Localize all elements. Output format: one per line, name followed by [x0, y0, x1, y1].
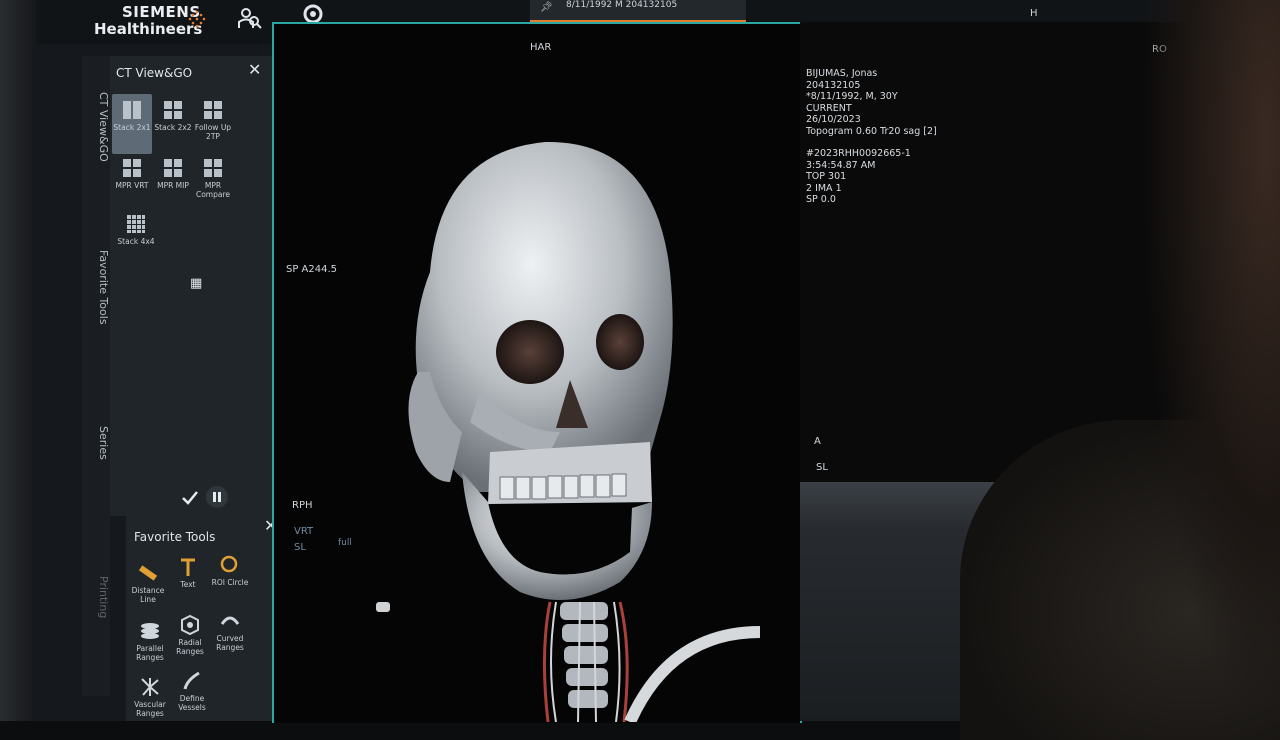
grid-mpr-vrt-icon — [123, 159, 141, 177]
layout-stack-2x1[interactable]: Stack 2x1 — [112, 94, 152, 154]
tool-roi-circle[interactable]: ROI Circle — [208, 554, 252, 587]
patient-dob: *8/11/1992, M, 30Y — [806, 91, 898, 102]
patient-tab[interactable]: 📌︎ 8/11/1992 M 204132105 — [530, 0, 746, 22]
vtab-favorite-tools[interactable]: Favorite Tools — [82, 250, 110, 325]
slice-position: SP 0.0 — [806, 194, 836, 205]
full-label: full — [338, 538, 352, 548]
slice-position-label: SP A244.5 — [286, 264, 338, 275]
vtab-ct-viewgo[interactable]: CT View&GO — [82, 92, 110, 162]
logo-line-1: SIEMENS — [122, 3, 201, 21]
vertical-tab-strip: CT View&GO Favorite Tools Series Printin… — [82, 56, 110, 696]
define-vessels-icon — [183, 671, 200, 690]
patient-browser-icon[interactable] — [236, 6, 262, 32]
text-icon — [181, 558, 195, 576]
layout-label: Follow Up 2TP — [194, 123, 232, 141]
orientation-label-a: A — [814, 436, 821, 447]
tool-text[interactable]: Text — [166, 556, 210, 589]
vtab-printing[interactable]: Printing — [82, 576, 110, 618]
study-status: CURRENT — [806, 102, 852, 114]
layout-mpr-mip[interactable]: MPR MIP — [153, 152, 193, 212]
patient-id: 204132105 — [806, 79, 861, 91]
roi-circle-icon — [220, 555, 238, 573]
layout-mpr-compare[interactable]: MPR Compare — [193, 152, 233, 212]
tool-parallel-ranges[interactable]: Parallel Ranges — [128, 620, 172, 662]
vascular-ranges-icon — [141, 678, 159, 696]
layout-stack-4x4[interactable]: Stack 4x4 — [116, 208, 156, 268]
grid-2x2-icon — [164, 101, 182, 119]
tool-label: Curved Ranges — [216, 634, 244, 652]
patient-name: BIJUMAS, Jonas — [806, 68, 878, 79]
layout-label: Stack 2x2 — [154, 123, 192, 132]
ruler-icon — [138, 565, 158, 581]
main-vrt-viewport[interactable]: HAR SP A244.5 RPH VRT SL full — [272, 22, 802, 723]
orientation-label-top: HAR — [530, 42, 552, 53]
layout-label: Stack 2x1 — [113, 123, 151, 132]
tool-label: Vascular Ranges — [134, 700, 166, 718]
layout-stack-2x2[interactable]: Stack 2x2 — [153, 94, 193, 154]
layout-label: MPR Compare — [195, 181, 231, 199]
viewer-head — [1140, 0, 1280, 721]
monitor-bezel — [0, 0, 36, 721]
tool-label: Distance Line — [131, 586, 165, 604]
grid-4x4-icon — [127, 215, 145, 233]
radial-ranges-icon — [181, 614, 199, 636]
patient-tab-label: 8/11/1992 M 204132105 — [566, 0, 678, 10]
curved-ranges-icon — [220, 616, 240, 625]
layout-label: MPR MIP — [157, 181, 189, 190]
tool-vascular-ranges[interactable]: Vascular Ranges — [128, 676, 172, 718]
vtab-series[interactable]: Series — [82, 426, 110, 460]
grid-mpr-mip-icon — [164, 159, 182, 177]
grid-follow-up-icon — [204, 101, 222, 119]
layout-label: Stack 4x4 — [117, 237, 155, 246]
tool-distance-line[interactable]: Distance Line — [126, 562, 170, 604]
more-layouts-icon[interactable]: ▦ — [190, 276, 202, 291]
favorite-tools-panel: Favorite Tools ✕ Distance Line Text ROI … — [126, 516, 280, 721]
parallel-ranges-icon — [141, 623, 159, 639]
tool-label: Define Vessels — [178, 694, 206, 712]
slice-label: SL — [294, 542, 306, 553]
favorite-tools-title: Favorite Tools — [134, 530, 216, 544]
tool-label: Text — [180, 580, 196, 589]
layout-follow-up-2tp[interactable]: Follow Up 2TP — [193, 94, 233, 154]
siemens-healthineers-logo: SIEMENS Healthineers — [94, 4, 202, 38]
tool-label: Radial Ranges — [176, 638, 204, 656]
ct-viewgo-panel: CT View&GO ✕ Stack 2x1 Stack 2x2 Follow … — [110, 56, 272, 516]
tool-curved-ranges[interactable]: Curved Ranges — [208, 610, 252, 652]
render-mode-label: VRT — [294, 526, 314, 537]
logo-line-2: Healthineers — [94, 20, 203, 38]
check-icon[interactable] — [180, 488, 200, 508]
close-icon[interactable]: ✕ — [248, 60, 261, 79]
orientation-label-h: H — [1030, 8, 1038, 19]
series-description: Topogram 0.60 Tr20 sag [2] — [806, 125, 937, 137]
panel-title: CT View&GO — [116, 66, 193, 80]
tool-label: Parallel Ranges — [136, 644, 164, 662]
skull-vrt-render — [376, 141, 761, 722]
study-date: 26/10/2023 — [806, 114, 861, 125]
layout-mpr-vrt[interactable]: MPR VRT — [112, 152, 152, 212]
tool-define-vessels[interactable]: Define Vessels — [170, 670, 214, 712]
layout-label: MPR VRT — [115, 181, 149, 190]
grid-2x1-icon — [123, 101, 141, 119]
tool-radial-ranges[interactable]: Radial Ranges — [168, 614, 212, 656]
orientation-label-bottom: RPH — [292, 500, 313, 511]
logo-dots-icon — [188, 10, 206, 28]
pin-icon[interactable]: 📌︎ — [540, 2, 553, 13]
top-value: TOP 301 — [806, 171, 847, 182]
image-number: 2 IMA 1 — [806, 182, 842, 194]
grid-mpr-compare-icon — [204, 159, 222, 177]
acquisition-time: 3:54:54.87 AM — [806, 159, 876, 171]
slice-label-right: SL — [816, 462, 828, 473]
tool-label: ROI Circle — [211, 578, 249, 587]
pause-icon[interactable] — [206, 486, 228, 508]
patient-info-overlay: BIJUMAS, Jonas 204132105 *8/11/1992, M, … — [806, 68, 937, 206]
accession-number: #2023RHH0092665-1 — [806, 148, 911, 159]
